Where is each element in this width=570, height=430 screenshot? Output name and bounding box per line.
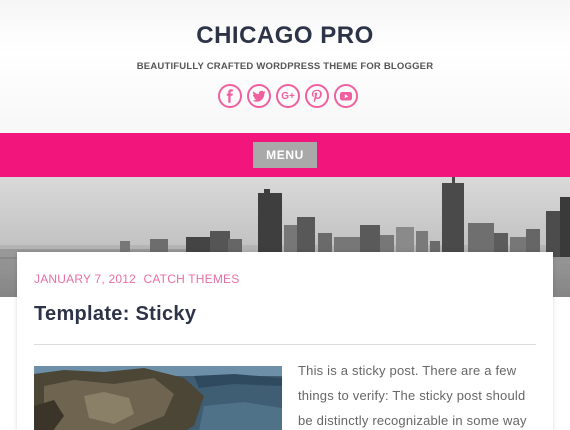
google-plus-icon[interactable]: G+ [276, 84, 300, 108]
post-thumbnail[interactable] [34, 366, 282, 430]
twitter-icon[interactable] [247, 84, 271, 108]
site-tagline: BEAUTIFULLY CRAFTED WORDPRESS THEME FOR … [136, 61, 434, 72]
site-title[interactable]: CHICAGO PRO [0, 22, 570, 50]
title-divider [34, 344, 536, 345]
post-meta: JANUARY 7, 2012 CATCH THEMES [34, 272, 243, 286]
post-author[interactable]: CATCH THEMES [144, 272, 240, 286]
post-title[interactable]: Template: Sticky [34, 303, 196, 326]
social-links: G+ [218, 84, 358, 110]
post-date[interactable]: JANUARY 7, 2012 [34, 272, 136, 286]
site-header: CHICAGO PRO BEAUTIFULLY CRAFTED WORDPRES… [0, 0, 570, 133]
youtube-icon[interactable] [334, 84, 358, 108]
menu-bar: MENU [0, 133, 570, 177]
facebook-icon[interactable] [218, 84, 242, 108]
menu-button[interactable]: MENU [253, 142, 317, 168]
pinterest-icon[interactable] [305, 84, 329, 108]
post-excerpt: This is a sticky post. There are a few t… [298, 363, 527, 428]
rocky-coast-image [34, 366, 282, 430]
google-plus-glyph: G+ [281, 90, 295, 102]
post-card: JANUARY 7, 2012 CATCH THEMES Template: S… [17, 252, 553, 430]
